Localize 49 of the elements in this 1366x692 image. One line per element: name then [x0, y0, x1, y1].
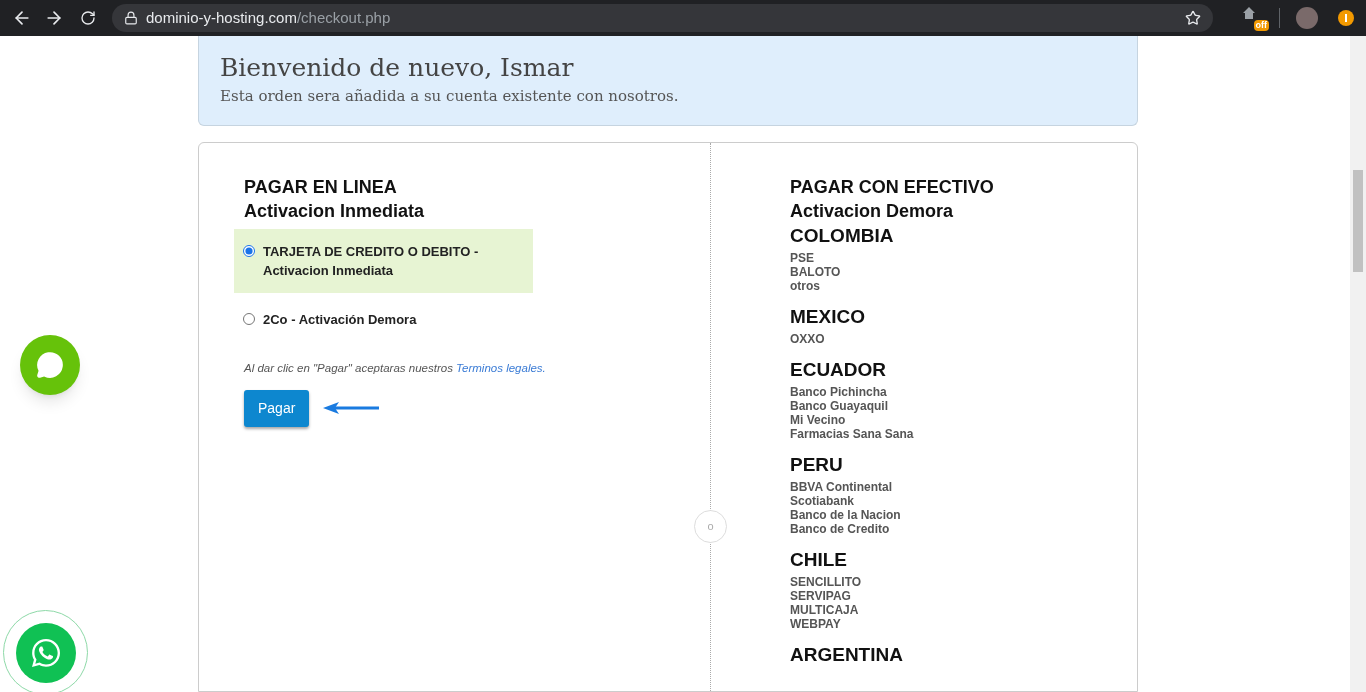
- payment-method: Banco de Credito: [790, 521, 891, 536]
- section-title: PAGAR CON EFECTIVO: [790, 175, 995, 199]
- reload-icon[interactable]: [80, 10, 96, 26]
- payment-option[interactable]: TARJETA DE CREDITO O DEBITO - Activacion Inmediata: [234, 228, 533, 293]
- payment-method: SERVIPAG: [790, 588, 852, 603]
- country-heading: CHILE: [790, 547, 848, 572]
- option-label: 2Co - Activación Demora: [263, 310, 417, 329]
- alert-icon[interactable]: [1338, 10, 1354, 26]
- house-icon[interactable]: [1241, 5, 1257, 21]
- payment-method: Farmacias Sana Sana: [790, 426, 915, 441]
- payment-method: WEBPAY: [790, 616, 842, 631]
- section-title: PAGAR EN LINEA: [243, 175, 398, 199]
- pay-button[interactable]: Pagar: [244, 389, 310, 427]
- section-subtitle: Activacion Inmediata: [243, 199, 426, 223]
- address-bar[interactable]: dominio-y-hosting.com/checkout.php: [112, 4, 1213, 32]
- payment-method: BBVA Continental: [790, 479, 893, 494]
- arrow-icon: [321, 400, 382, 417]
- section-subtitle: Activacion Demora: [790, 199, 955, 223]
- radio-button[interactable]: [243, 312, 255, 325]
- lock-icon: [124, 11, 138, 25]
- country-heading: PERU: [790, 452, 844, 477]
- chat-bubble-icon: [36, 351, 64, 379]
- payment-method: Scotiabank: [790, 493, 856, 508]
- payment-method: PSE: [790, 250, 815, 265]
- payment-method: Mi Vecino: [790, 412, 846, 427]
- option-label: TARJETA DE CREDITO O DEBITO - Activacion Inmediata: [263, 242, 480, 280]
- terms-link[interactable]: Terminos legales.: [456, 361, 546, 374]
- bookmark-star-icon[interactable]: [1185, 10, 1201, 26]
- payment-method: SENCILLITO: [790, 574, 863, 589]
- extension-badge: off: [1253, 20, 1269, 31]
- payment-option[interactable]: 2Co - Activación Demora: [234, 296, 533, 342]
- url-text: dominio-y-hosting.com/checkout.php: [146, 7, 391, 28]
- welcome-title: Bienvenido de nuevo, Ismar: [220, 52, 575, 84]
- payment-method: Banco Pichincha: [790, 384, 888, 399]
- scrollbar[interactable]: [1350, 36, 1366, 692]
- payment-method: MULTICAJA: [790, 602, 860, 617]
- payment-method: OXXO: [790, 331, 826, 346]
- payment-method: BALOTO: [790, 264, 842, 279]
- terms-text: Al dar clic en "Pagar" aceptaras nuestros Terminos legales.: [242, 360, 547, 376]
- country-heading: ECUADOR: [790, 357, 888, 382]
- welcome-subtitle: Esta orden sera añadida a su cuenta existente con nosotros.: [220, 86, 680, 107]
- payment-method: Banco de la Nacion: [790, 507, 902, 522]
- payment-method: Banco Guayaquil: [790, 398, 890, 413]
- country-heading: MEXICO: [790, 304, 866, 329]
- country-heading: COLOMBIA: [790, 223, 895, 248]
- radio-button[interactable]: [243, 244, 255, 257]
- country-heading: ARGENTINA: [790, 642, 904, 667]
- whatsapp-icon: [29, 636, 62, 669]
- payment-method: otros: [790, 278, 821, 293]
